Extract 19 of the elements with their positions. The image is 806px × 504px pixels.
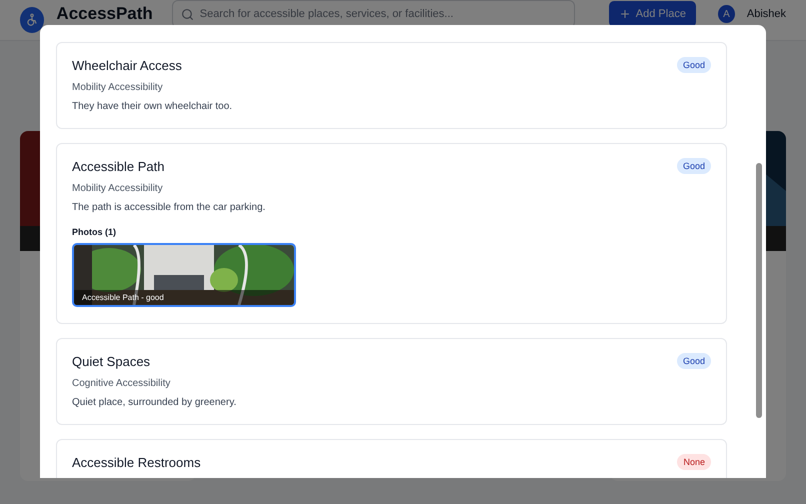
feature-category: Cognitive Accessibility: [72, 378, 172, 389]
feature-category: Mobility Accessibility: [72, 82, 164, 93]
plus-icon: [618, 8, 631, 20]
user-avatar[interactable]: A: [718, 5, 735, 23]
feature-description: Quiet place, surrounded by greenery.: [72, 397, 238, 408]
rating-tag: None: [677, 454, 711, 470]
add-place-button[interactable]: Add Place: [608, 1, 696, 27]
rating-tag: Good: [676, 158, 711, 174]
feature-title: Accessible Restrooms: [72, 454, 201, 470]
user-name: Abishek: [746, 8, 786, 20]
photo-thumbnail[interactable]: Accessible Path - good: [72, 243, 296, 307]
rating-tag: Good: [676, 353, 711, 369]
rating-tag: Good: [676, 57, 711, 73]
photo-caption: Accessible Path - good: [74, 290, 294, 305]
app-name: AccessPath: [56, 4, 154, 24]
feature-title: Wheelchair Access: [72, 58, 182, 72]
search-icon: [180, 8, 194, 20]
feature-description: They have their own wheelchair too.: [72, 101, 234, 112]
feature-title: Quiet Spaces: [72, 354, 150, 368]
